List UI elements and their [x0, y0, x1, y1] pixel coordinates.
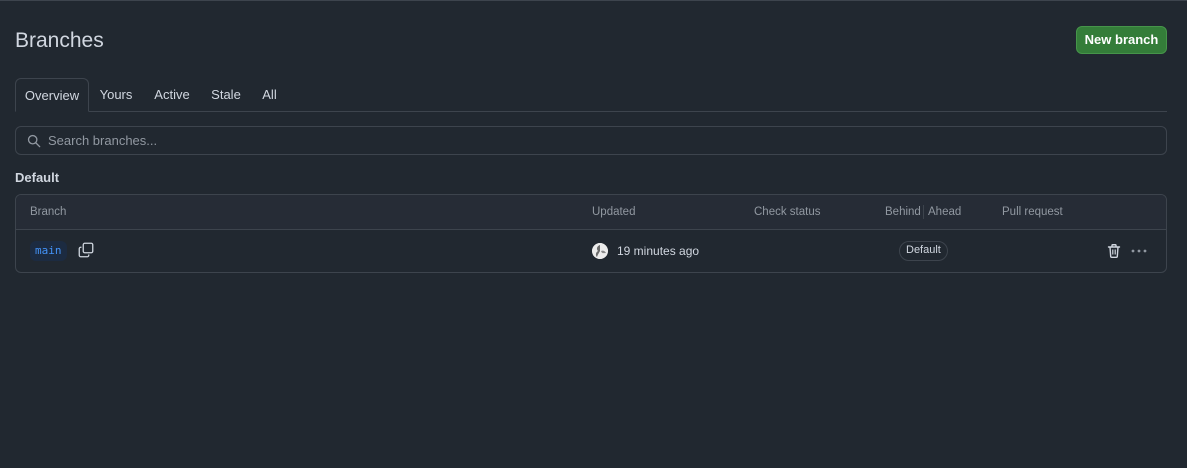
page-title: Branches [15, 29, 104, 52]
branch-name-link[interactable]: main [30, 241, 67, 261]
avatar[interactable] [592, 243, 608, 259]
table-header: Branch Updated Check status Behind Ahead… [16, 195, 1166, 230]
tab-yours[interactable]: Yours [95, 78, 137, 111]
tab-overview[interactable]: Overview [15, 78, 89, 112]
search-icon [27, 134, 41, 148]
search-input[interactable] [48, 127, 1158, 154]
section-title-default: Default [15, 170, 60, 185]
column-header-branch: Branch [30, 206, 67, 218]
search-box [15, 126, 1167, 155]
tab-active[interactable]: Active [149, 78, 195, 111]
table-row: main 19 minutes ago Default [16, 230, 1166, 272]
default-badge: Default [899, 241, 948, 261]
tab-stale[interactable]: Stale [207, 78, 245, 111]
column-header-pull-request: Pull request [1002, 206, 1063, 218]
trash-icon[interactable] [1106, 243, 1122, 259]
new-branch-button[interactable]: New branch [1076, 26, 1167, 54]
behind-ahead-divider [923, 205, 924, 219]
column-header-behind: Behind [885, 206, 921, 218]
kebab-horizontal-icon[interactable] [1130, 243, 1148, 259]
copy-icon[interactable] [78, 242, 94, 258]
column-header-updated: Updated [592, 206, 636, 218]
column-header-check-status: Check status [754, 206, 821, 218]
column-header-ahead: Ahead [928, 206, 962, 218]
page-header: Branches New branch [15, 26, 1167, 57]
updated-time: 19 minutes ago [617, 244, 700, 258]
branch-tabs: Overview Yours Active Stale All [15, 78, 1167, 112]
branches-page: Branches New branch Overview Yours Activ… [0, 0, 1187, 468]
branches-table: Branch Updated Check status Behind Ahead… [15, 194, 1167, 273]
tab-all[interactable]: All [257, 78, 282, 111]
